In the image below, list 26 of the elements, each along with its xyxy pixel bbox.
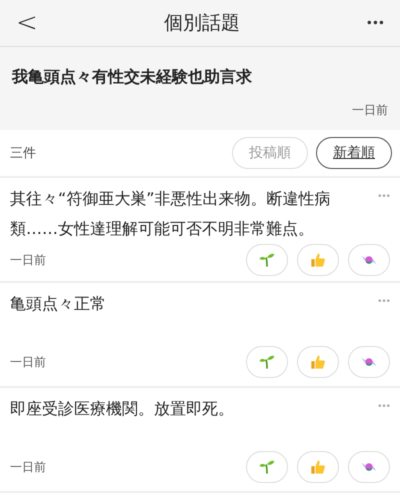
more-button[interactable]: ••• [377,192,390,202]
comment-count: 三件 [10,145,36,162]
reaction-button[interactable] [348,451,390,483]
reaction-button[interactable] [246,244,288,276]
comment-time: 一日前 [10,458,46,476]
comment-time: 一日前 [10,354,46,370]
more-button[interactable]: ••• [360,15,390,31]
reaction-button[interactable] [348,244,390,276]
sort-button[interactable]: 新着順 [316,137,392,169]
comment-time: 一日前 [10,252,46,268]
back-button[interactable]: < [10,8,44,38]
reaction-button[interactable] [246,451,288,483]
comment-text: 其往々“符御亜大巣”非悪性出来物。断違性病類……女性達理解可能可否不明非常難点。 [10,188,332,240]
page-title: 個別話題 [164,11,240,36]
topic-time: 一日前 [351,102,388,119]
more-button[interactable]: ••• [377,297,390,307]
reaction-button[interactable] [297,244,339,276]
topic-text: 我亀頭点々有性交未経験也助言求 [12,67,253,88]
more-button[interactable]: ••• [377,402,390,412]
comment-text: 亀頭点々正常 [10,293,107,315]
comment-text: 即座受診医療機関。放置即死。 [10,398,235,420]
reaction-button[interactable] [246,346,288,378]
reaction-button[interactable] [297,346,339,378]
reaction-button[interactable] [348,346,390,378]
sort-button[interactable]: 投稿順 [232,137,308,169]
reaction-button[interactable] [297,451,339,483]
